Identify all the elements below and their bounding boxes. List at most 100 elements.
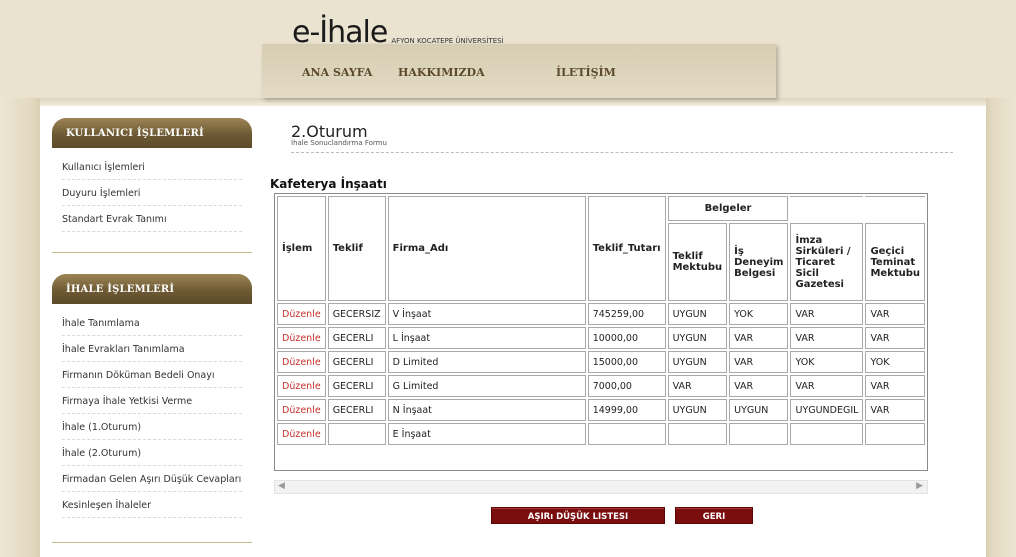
sidebar-item-tender-authorization[interactable]: Firmaya İhale Yetkisi Verme: [62, 388, 242, 414]
main-content: 2.Oturum İhale Sonuclandırma Formu Kafet…: [262, 106, 984, 557]
col-header-company: Firma_Adı: [387, 196, 586, 301]
nav-contact[interactable]: İLETİŞİM: [556, 66, 616, 79]
cell-experience: VAR: [729, 327, 789, 349]
cell-edit-link: Düzenle: [277, 303, 326, 325]
cell-bid-status: GECERLI: [327, 375, 386, 397]
table-row: Düzenle GECERLI N İnşaat 14999,00 UYGUN UYGUN…: [277, 399, 925, 421]
top-navigation: ANA SAYFA HAKKIMIZDA İLETİŞİM: [262, 44, 776, 98]
cell-guarantee: VAR: [865, 375, 925, 397]
cell-experience: VAR: [729, 375, 789, 397]
sidebar-item-session-1[interactable]: İhale (1.Oturum): [62, 414, 242, 440]
edit-link[interactable]: Düzenle: [282, 333, 321, 344]
scroll-left-arrow-icon[interactable]: ◀: [278, 481, 285, 491]
section-title: Kafeterya İnşaatı: [270, 177, 387, 191]
sidebar-divider: [52, 542, 252, 543]
cell-bid-letter: UYGUN: [667, 327, 728, 349]
col-header-experience: İş Deneyim Belgesi: [729, 223, 789, 301]
cell-experience: VAR: [729, 351, 789, 373]
nav-home[interactable]: ANA SAYFA: [302, 66, 372, 79]
results-table-container: İşlem Teklif Firma_Adı Teklif_Tutarı Bel…: [274, 193, 928, 471]
sidebar-item-announcements[interactable]: Duyuru İşlemleri: [62, 180, 242, 206]
table-row: Düzenle GECERSIZ V İnşaat 745259,00 UYGUN YOK…: [277, 303, 925, 325]
cell-signature: VAR: [790, 375, 864, 397]
cell-bid-status: GECERLI: [327, 327, 386, 349]
table-row: Düzenle GECERLI G Limited 7000,00 VAR VAR VAR V…: [277, 375, 925, 397]
col-header-amount: Teklif_Tutarı: [587, 196, 666, 301]
cell-bid-status: [327, 423, 386, 445]
sidebar: KULLANICI İŞLEMLERİ Kullanıcı İşlemleri …: [44, 106, 258, 557]
col-header-signature: İmza Sirküleri / Ticaret Sicil Gazetesi: [790, 223, 864, 301]
col-header-action: İşlem: [277, 196, 326, 301]
sidebar-user-header: KULLANICI İŞLEMLERİ: [52, 118, 252, 148]
edit-link[interactable]: Düzenle: [282, 405, 321, 416]
title-divider: [291, 152, 953, 153]
cell-edit-link: Düzenle: [277, 327, 326, 349]
cell-company: E İnşaat: [387, 423, 586, 445]
col-header-documents-group: Belgeler: [667, 196, 789, 221]
cell-amount: 15000,00: [587, 351, 666, 373]
cell-guarantee: VAR: [865, 399, 925, 421]
table-row: Düzenle GECERLI D Limited 15000,00 UYGUN VAR Y…: [277, 351, 925, 373]
sidebar-divider: [52, 252, 252, 253]
sidebar-item-low-bid-responses[interactable]: Firmadan Gelen Aşırı Düşük Cevapları: [62, 466, 242, 492]
cell-company: V İnşaat: [387, 303, 586, 325]
cell-amount: 745259,00: [587, 303, 666, 325]
edit-link[interactable]: Düzenle: [282, 429, 321, 440]
col-header-guarantee: Geçici Teminat Mektubu: [865, 223, 925, 301]
cell-edit-link: Düzenle: [277, 351, 326, 373]
cell-amount: 7000,00: [587, 375, 666, 397]
cell-experience: YOK: [729, 303, 789, 325]
frame-top-edge: [40, 98, 986, 106]
cell-experience: [729, 423, 789, 445]
cell-signature: YOK: [790, 351, 864, 373]
cell-signature: [790, 423, 864, 445]
cell-bid-letter: UYGUN: [667, 399, 728, 421]
cell-company: L İnşaat: [387, 327, 586, 349]
cell-company: G Limited: [387, 375, 586, 397]
sidebar-item-session-2[interactable]: İhale (2.Oturum): [62, 440, 242, 466]
sidebar-item-finalized-tenders[interactable]: Kesinleşen İhaleler: [62, 492, 242, 518]
cell-bid-letter: [667, 423, 728, 445]
edit-link[interactable]: Düzenle: [282, 357, 321, 368]
sidebar-item-user-operations[interactable]: Kullanıcı İşlemleri: [62, 154, 242, 180]
cell-signature: VAR: [790, 303, 864, 325]
sidebar-tender-header: İHALE İŞLEMLERİ: [52, 274, 252, 304]
frame-right: [986, 98, 1016, 557]
sidebar-item-tender-define[interactable]: İhale Tanımlama: [62, 310, 242, 336]
low-bid-list-button[interactable]: AŞIRı DÜŞÜK LISTESI: [491, 507, 665, 524]
back-button[interactable]: GERI: [675, 507, 753, 524]
cell-signature: UYGUNDEGIL: [790, 399, 864, 421]
scroll-right-arrow-icon[interactable]: ▶: [916, 481, 923, 491]
nav-about[interactable]: HAKKIMIZDA: [398, 66, 485, 79]
cell-guarantee: VAR: [865, 303, 925, 325]
sidebar-item-standard-document[interactable]: Standart Evrak Tanımı: [62, 206, 242, 232]
cell-guarantee: VAR: [865, 327, 925, 349]
cell-guarantee: YOK: [865, 351, 925, 373]
col-header-bid: Teklif: [327, 196, 386, 301]
cell-edit-link: Düzenle: [277, 375, 326, 397]
page-subtitle: İhale Sonuclandırma Formu: [291, 139, 387, 147]
sidebar-item-document-fee-approval[interactable]: Firmanın Döküman Bedeli Onayı: [62, 362, 242, 388]
cell-edit-link: Düzenle: [277, 399, 326, 421]
cell-experience: UYGUN: [729, 399, 789, 421]
horizontal-scrollbar[interactable]: ◀ ▶: [274, 480, 928, 494]
frame-left: [0, 98, 40, 557]
cell-amount: 10000,00: [587, 327, 666, 349]
edit-link[interactable]: Düzenle: [282, 381, 321, 392]
header-spacer: [865, 196, 925, 221]
results-table: İşlem Teklif Firma_Adı Teklif_Tutarı Bel…: [275, 194, 927, 447]
table-row: Düzenle GECERLI L İnşaat 10000,00 UYGUN VAR VA…: [277, 327, 925, 349]
cell-bid-status: GECERSIZ: [327, 303, 386, 325]
col-header-bid-letter: Teklif Mektubu: [667, 223, 728, 301]
edit-link[interactable]: Düzenle: [282, 309, 321, 320]
header-spacer: [790, 196, 864, 221]
cell-signature: VAR: [790, 327, 864, 349]
cell-company: D Limited: [387, 351, 586, 373]
sidebar-item-tender-documents[interactable]: İhale Evrakları Tanımlama: [62, 336, 242, 362]
table-row: Düzenle E İnşaat: [277, 423, 925, 445]
cell-bid-letter: VAR: [667, 375, 728, 397]
cell-bid-letter: UYGUN: [667, 351, 728, 373]
cell-bid-letter: UYGUN: [667, 303, 728, 325]
cell-bid-status: GECERLI: [327, 399, 386, 421]
cell-amount: [587, 423, 666, 445]
